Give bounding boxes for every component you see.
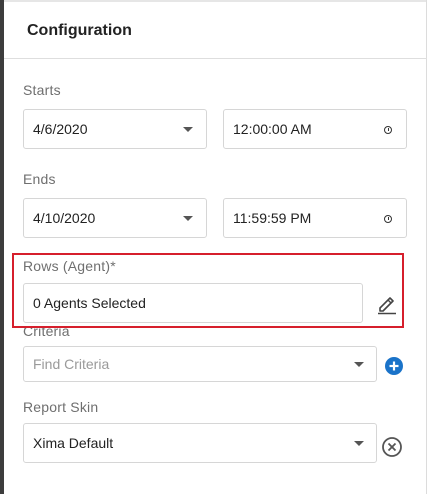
starts-date-select[interactable]: 4/6/2020 bbox=[23, 109, 207, 149]
panel-title: Configuration bbox=[27, 22, 132, 39]
header-divider bbox=[4, 58, 427, 59]
chevron-down-icon bbox=[183, 127, 193, 132]
chevron-down-icon bbox=[354, 441, 364, 446]
ends-time-input[interactable]: 11:59:59 PM bbox=[223, 198, 407, 238]
ends-date-value: 4/10/2020 bbox=[33, 210, 96, 226]
close-circle-icon bbox=[382, 437, 402, 457]
chevron-down-icon bbox=[354, 362, 364, 367]
top-divider bbox=[4, 0, 427, 2]
ends-date-select[interactable]: 4/10/2020 bbox=[23, 198, 207, 238]
clear-report-skin-button[interactable] bbox=[381, 436, 403, 458]
plus-circle-icon bbox=[385, 357, 403, 375]
clock-icon[interactable] bbox=[384, 126, 392, 134]
report-skin-label: Report Skin bbox=[23, 399, 99, 415]
report-skin-value: Xima Default bbox=[33, 435, 114, 451]
criteria-search-select[interactable]: Find Criteria bbox=[23, 346, 377, 382]
ends-label: Ends bbox=[23, 171, 56, 187]
starts-label: Starts bbox=[23, 82, 61, 98]
report-skin-select[interactable]: Xima Default bbox=[23, 423, 377, 463]
criteria-placeholder: Find Criteria bbox=[33, 356, 110, 372]
starts-time-input[interactable]: 12:00:00 AM bbox=[223, 109, 407, 149]
clock-icon[interactable] bbox=[384, 215, 392, 223]
rows-agent-highlight bbox=[12, 253, 404, 328]
chevron-down-icon bbox=[183, 216, 193, 221]
left-panel-border bbox=[0, 0, 4, 494]
starts-time-value: 12:00:00 AM bbox=[233, 121, 312, 137]
starts-date-value: 4/6/2020 bbox=[33, 121, 88, 137]
add-criteria-button[interactable] bbox=[384, 356, 404, 376]
ends-time-value: 11:59:59 PM bbox=[233, 210, 312, 226]
